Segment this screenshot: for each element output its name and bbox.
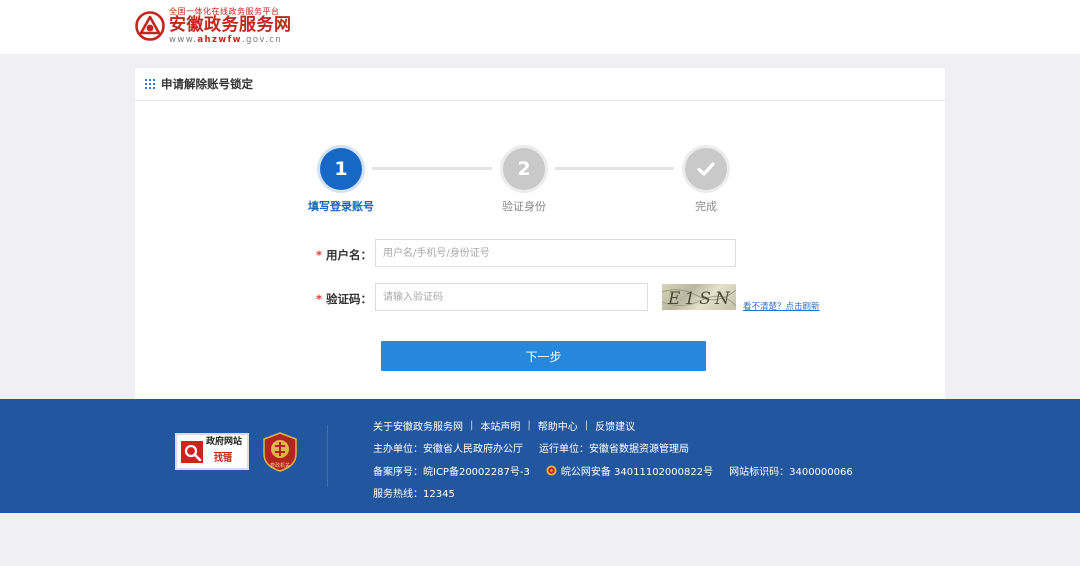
captcha-input[interactable] [375, 283, 648, 311]
required-mark: * [315, 292, 322, 306]
username-input[interactable] [375, 239, 736, 267]
footer-divider [327, 425, 328, 487]
badge-gov-text: 党政机关 [270, 462, 290, 469]
site-footer: 政府网站 找错 党政机关 关于安徽政务服务网 | 本站声明 | 帮助中心 | 反… [0, 399, 1080, 513]
logo-emblem-icon [135, 11, 165, 42]
party-gov-organ-badge[interactable]: 党政机关 [262, 432, 298, 472]
step-1-number: 1 [334, 158, 348, 180]
step-3-indicator [685, 148, 727, 190]
badge-find-line1: 政府网站 [206, 437, 243, 448]
footer-site-code: 网站标识码：3400000066 [729, 466, 853, 478]
footer-sponsor: 主办单位：安徽省人民政府办公厅 [373, 444, 523, 456]
police-emblem-icon [546, 465, 557, 476]
step-connector [372, 167, 492, 170]
captcha-text: E1SN [667, 289, 734, 309]
captcha-image[interactable]: E1SN [662, 284, 736, 310]
check-icon [697, 162, 715, 176]
footer-link-statement[interactable]: 本站声明 [480, 418, 520, 433]
step-2-indicator: 2 [503, 148, 545, 190]
page-title: 申请解除账号锁定 [161, 77, 253, 91]
footer-hotline-row: 服务热线：12345 [373, 482, 853, 505]
step-1-indicator: 1 [320, 148, 362, 190]
gov-site-error-report-badge[interactable]: 政府网站 找错 [175, 433, 249, 470]
footer-link-feedback[interactable]: 反馈建议 [595, 418, 635, 433]
site-header: 全国一体化在线政务服务平台 安徽政务服务网 www.ahzwfw.gov.cn [0, 0, 1080, 54]
badge-find-line2: 找错 [214, 452, 233, 465]
footer-info: 关于安徽政务服务网 | 本站声明 | 帮助中心 | 反馈建议 主办单位：安徽省人… [373, 414, 853, 504]
unlock-account-panel: 申请解除账号锁定 1 填写登录账号 2 验证身份 完成 *用户名： *验证码： [135, 68, 945, 399]
footer-links: 关于安徽政务服务网 | 本站声明 | 帮助中心 | 反馈建议 [373, 418, 636, 433]
step-2-label: 验证身份 [502, 200, 546, 213]
step-1-label: 填写登录账号 [308, 200, 374, 213]
logo-title: 安徽政务服务网 [169, 15, 292, 35]
grid-icon [145, 79, 155, 89]
captcha-refresh-link[interactable]: 看不清楚？点击刷新 [743, 300, 820, 312]
footer-operator: 运行单位：安徽省数据资源管理局 [539, 444, 689, 456]
footer-hotline: 服务热线：12345 [373, 489, 455, 501]
captcha-label: * 验证码： [315, 292, 372, 306]
footer-organizers: 主办单位：安徽省人民政府办公厅 运行单位：安徽省数据资源管理局 [373, 437, 853, 460]
step-3-label: 完成 [695, 200, 717, 213]
footer-icp-link[interactable]: 备案序号：皖ICP备20002287号-3 [373, 463, 530, 478]
footer-registration: 备案序号：皖ICP备20002287号-3 皖公网安备 340111020008… [373, 459, 853, 482]
site-logo[interactable]: 全国一体化在线政务服务平台 安徽政务服务网 www.ahzwfw.gov.cn [135, 8, 292, 45]
required-mark: * [315, 248, 322, 262]
panel-header: 申请解除账号锁定 [135, 68, 945, 101]
footer-police-link[interactable]: 皖公网安备 34011102000822号 [561, 463, 713, 478]
footer-link-help[interactable]: 帮助中心 [538, 418, 578, 433]
step-2-number: 2 [517, 158, 531, 180]
logo-url: www.ahzwfw.gov.cn [169, 35, 283, 45]
step-connector [555, 167, 674, 170]
footer-link-about[interactable]: 关于安徽政务服务网 [373, 418, 463, 433]
username-label: * 用户名： [315, 248, 372, 262]
magnifier-icon [181, 440, 203, 463]
next-button[interactable]: 下一步 [381, 341, 706, 371]
